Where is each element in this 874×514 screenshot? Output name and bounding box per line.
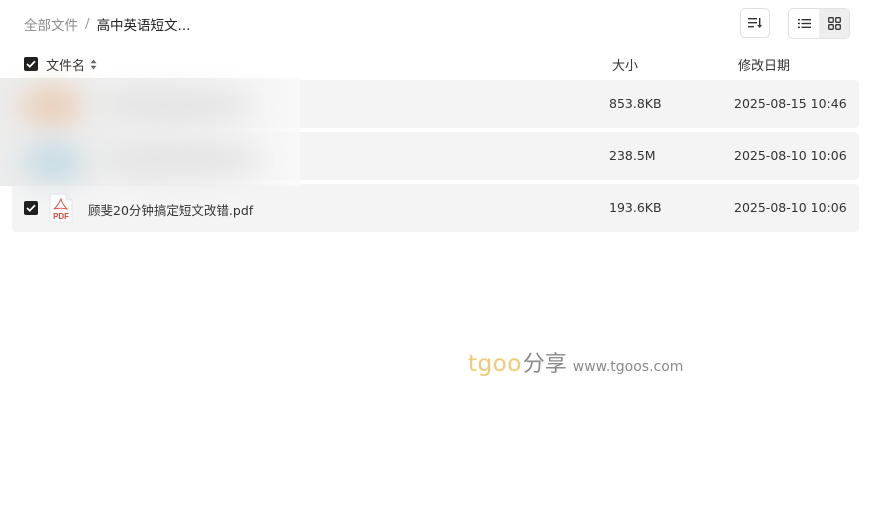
file-name[interactable]: 顾斐20分钟搞定短文改错.pdf	[88, 200, 253, 219]
row-checkbox[interactable]	[24, 201, 38, 215]
view-toggle	[788, 8, 850, 39]
file-date: 2025-08-10 10:06	[734, 148, 847, 163]
watermark: tgoo 分享 www.tgoos.com	[468, 346, 683, 378]
file-size: 853.8KB	[609, 96, 662, 111]
redacted-name-blur	[96, 92, 256, 118]
checkmark-icon	[26, 60, 36, 68]
sort-caret-icon	[90, 59, 97, 70]
sort-list-icon	[748, 18, 762, 28]
redacted-icon-blur	[20, 86, 84, 126]
column-header-date[interactable]: 修改日期	[738, 55, 790, 74]
breadcrumb-separator: /	[85, 16, 90, 32]
grid-view-icon	[827, 17, 841, 30]
file-date: 2025-08-15 10:46	[734, 96, 847, 111]
file-size: 193.6KB	[609, 200, 662, 215]
redacted-name-blur	[96, 146, 266, 172]
file-date: 2025-08-10 10:06	[734, 200, 847, 215]
breadcrumb-root-link[interactable]: 全部文件	[24, 14, 78, 34]
redacted-icon-blur	[22, 142, 86, 182]
grid-view-button[interactable]	[819, 9, 849, 38]
redacted-region	[0, 78, 300, 186]
list-view-button[interactable]	[789, 9, 819, 38]
watermark-brand: tgoo	[468, 351, 522, 377]
pdf-icon-label: PDF	[53, 212, 69, 221]
watermark-share: 分享	[522, 352, 567, 377]
list-view-icon	[797, 19, 811, 28]
column-header-name-label: 文件名	[46, 59, 86, 74]
column-header-name[interactable]: 文件名	[46, 55, 97, 74]
table-header: 文件名 大小 修改日期	[0, 54, 874, 74]
select-all-checkbox[interactable]	[24, 57, 38, 71]
column-header-size[interactable]: 大小	[612, 55, 638, 74]
pdf-file-icon: PDF	[49, 193, 73, 223]
breadcrumb: 全部文件 / 高中英语短文...	[24, 14, 190, 34]
watermark-url: www.tgoos.com	[572, 359, 684, 375]
sort-button[interactable]	[740, 8, 770, 38]
file-size: 238.5M	[609, 148, 656, 163]
table-row[interactable]: PDF 顾斐20分钟搞定短文改错.pdf 193.6KB 2025-08-10 …	[12, 184, 859, 232]
checkmark-icon	[26, 204, 36, 212]
breadcrumb-current-folder: 高中英语短文...	[96, 18, 191, 34]
